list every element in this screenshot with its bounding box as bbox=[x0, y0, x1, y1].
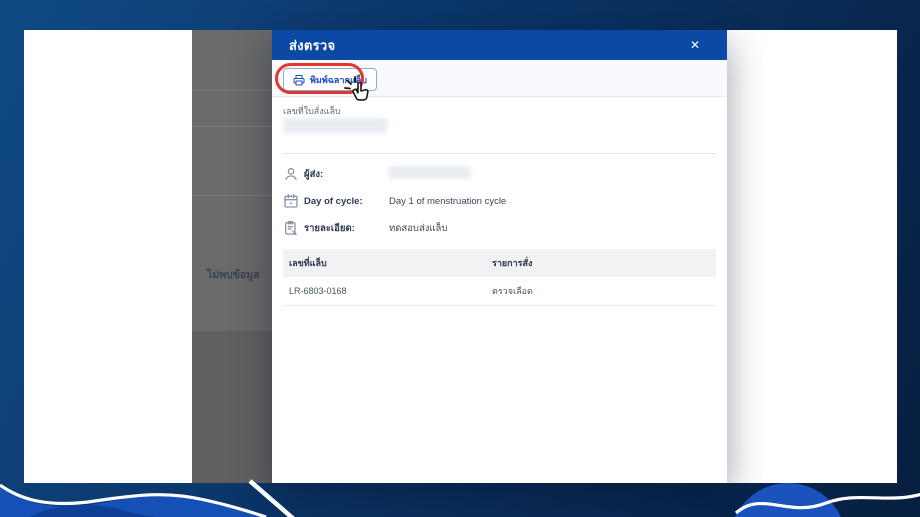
col-header-order-item: รายการสั่ง bbox=[492, 258, 533, 268]
order-number-value-redacted bbox=[283, 118, 387, 133]
table-row: LR-6803-0168 ตรวจเลือด bbox=[283, 277, 716, 306]
order-number-label: เลขที่ใบสั่งแล็บ bbox=[283, 106, 341, 116]
backdrop-row-divider bbox=[192, 195, 272, 196]
cell-order-item: ตรวจเลือด bbox=[492, 286, 533, 296]
info-row-sender: ผู้ส่ง: bbox=[283, 164, 716, 184]
blue-circle-decoration bbox=[735, 483, 841, 517]
table-header-row: เลขที่แล็บ รายการสั่ง bbox=[283, 249, 716, 277]
person-icon bbox=[283, 166, 299, 182]
backdrop-row-divider bbox=[192, 126, 272, 127]
sender-label: ผู้ส่ง: bbox=[304, 168, 324, 180]
info-row-day-of-cycle: Day of cycle: Day 1 of menstruation cycl… bbox=[283, 191, 716, 211]
col-header-lab-no: เลขที่แล็บ bbox=[289, 258, 327, 268]
cell-lab-no: LR-6803-0168 bbox=[289, 286, 347, 296]
section-divider bbox=[283, 153, 716, 154]
send-exam-modal: ส่งตรวจ ✕ พิมพ์ฉลากแล็บ เลขที่ใบสั่งแล็บ… bbox=[272, 30, 727, 483]
no-data-text: ไม่พบข้อมูล bbox=[207, 269, 260, 281]
dimmed-backdrop-table: ไม่พบข้อมูล bbox=[192, 30, 272, 483]
modal-header: ส่งตรวจ ✕ bbox=[272, 30, 727, 60]
modal-title: ส่งตรวจ bbox=[289, 37, 336, 53]
lab-order-table: เลขที่แล็บ รายการสั่ง LR-6803-0168 ตรวจเ… bbox=[283, 249, 716, 306]
backdrop-table-footer bbox=[192, 331, 272, 483]
print-button-label: พิมพ์ฉลากแล็บ bbox=[310, 74, 367, 85]
printer-icon bbox=[293, 74, 305, 86]
clipboard-icon bbox=[283, 220, 299, 236]
details-value: ทดสอบส่งแล็บ bbox=[389, 222, 448, 234]
print-lab-label-button[interactable]: พิมพ์ฉลากแล็บ bbox=[283, 68, 377, 91]
close-icon[interactable]: ✕ bbox=[690, 39, 700, 51]
day-of-cycle-value: Day 1 of menstruation cycle bbox=[389, 195, 507, 207]
backdrop-row-divider bbox=[192, 90, 272, 91]
bottom-wave-decoration bbox=[0, 479, 920, 517]
modal-toolbar: พิมพ์ฉลากแล็บ bbox=[272, 60, 727, 101]
sender-value-redacted bbox=[389, 166, 471, 179]
info-row-details: รายละเอียด: ทดสอบส่งแล็บ bbox=[283, 218, 716, 238]
calendar-icon bbox=[283, 193, 299, 209]
details-label: รายละเอียด: bbox=[304, 222, 355, 234]
day-of-cycle-label: Day of cycle: bbox=[304, 195, 363, 207]
